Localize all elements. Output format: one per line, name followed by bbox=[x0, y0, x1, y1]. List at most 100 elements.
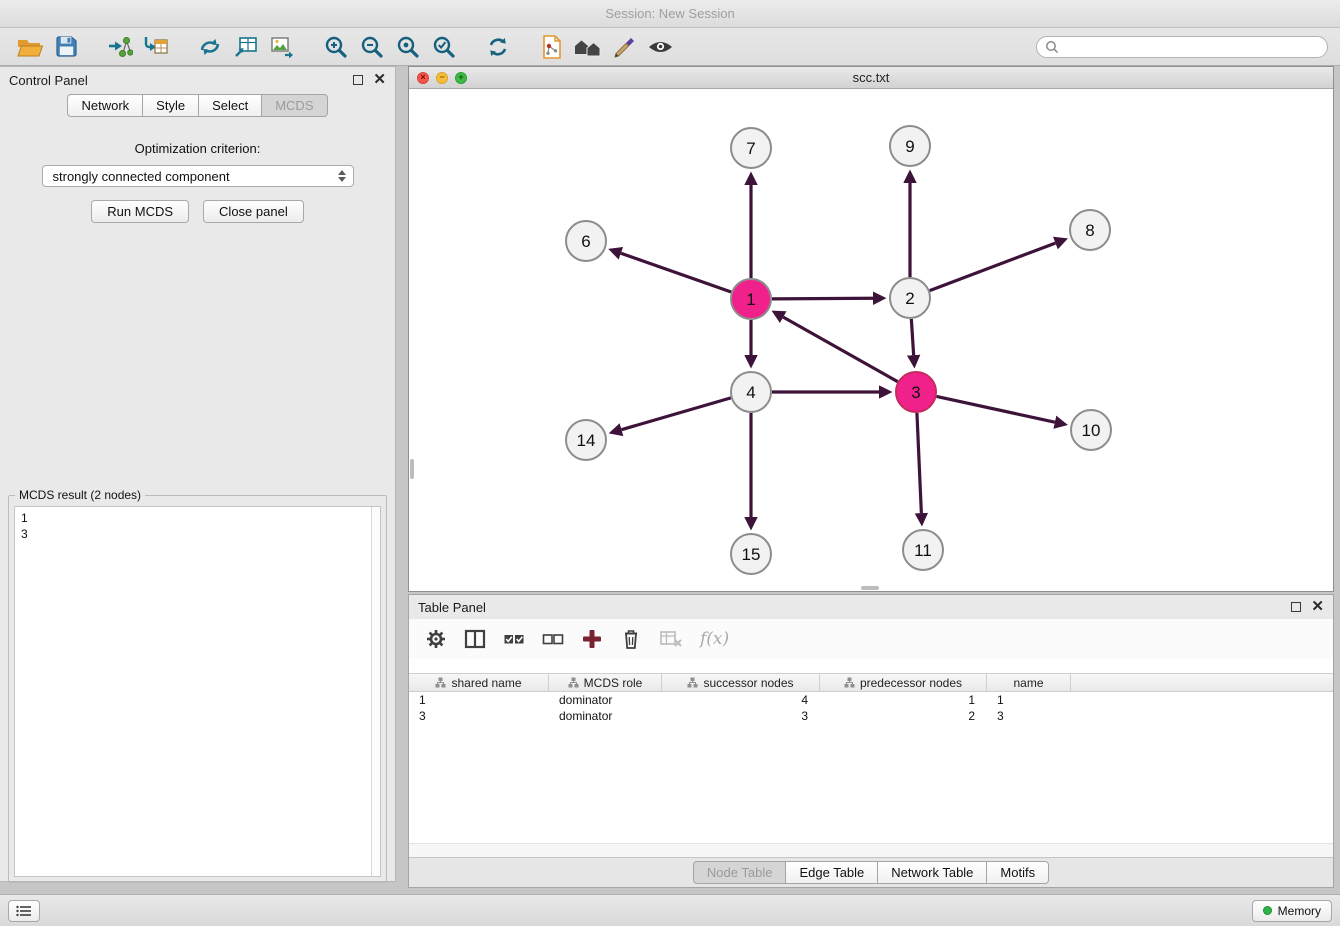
tab-network-table[interactable]: Network Table bbox=[878, 861, 987, 884]
zoom-window-icon[interactable]: + bbox=[455, 72, 467, 84]
graph-edge-1-6[interactable] bbox=[621, 253, 731, 292]
network-vscrollbar-thumb[interactable] bbox=[410, 459, 414, 479]
cell-name: 3 bbox=[987, 709, 1071, 723]
graph-node-6[interactable]: 6 bbox=[566, 221, 606, 261]
home-button[interactable] bbox=[570, 31, 606, 63]
delete-table-icon[interactable] bbox=[659, 628, 683, 650]
fit-content-icon bbox=[395, 34, 421, 60]
column-header-mcds-role[interactable]: MCDS role bbox=[549, 674, 662, 691]
export-image-button[interactable] bbox=[264, 31, 300, 63]
column-header-successor-nodes[interactable]: successor nodes bbox=[662, 674, 820, 691]
svg-text:8: 8 bbox=[1085, 221, 1094, 240]
close-panel-icon[interactable]: ✕ bbox=[373, 75, 386, 85]
graph-node-2[interactable]: 2 bbox=[890, 278, 930, 318]
svg-text:15: 15 bbox=[742, 545, 761, 564]
show-graphics-details-button[interactable] bbox=[642, 31, 678, 63]
window-titlebar[interactable]: Session: New Session bbox=[0, 0, 1340, 28]
new-network-button[interactable] bbox=[192, 31, 228, 63]
mcds-result-line: 3 bbox=[21, 526, 374, 542]
float-table-panel-icon[interactable] bbox=[1291, 602, 1301, 612]
column-header-predecessor-nodes[interactable]: predecessor nodes bbox=[820, 674, 987, 691]
minimize-window-icon[interactable]: − bbox=[436, 72, 448, 84]
tab-motifs[interactable]: Motifs bbox=[987, 861, 1049, 884]
tab-mcds[interactable]: MCDS bbox=[262, 94, 327, 117]
graph-edge-1-2[interactable] bbox=[772, 298, 873, 299]
network-hscrollbar-thumb[interactable] bbox=[861, 586, 879, 590]
function-builder-icon[interactable]: f(x) bbox=[700, 629, 729, 649]
memory-button[interactable]: Memory bbox=[1252, 900, 1332, 922]
graph-node-1[interactable]: 1 bbox=[731, 279, 771, 319]
graph-node-4[interactable]: 4 bbox=[731, 372, 771, 412]
graph-edge-2-3[interactable] bbox=[911, 319, 913, 355]
import-table-button[interactable] bbox=[138, 31, 174, 63]
tab-style[interactable]: Style bbox=[143, 94, 199, 117]
cell-mcds-role: dominator bbox=[549, 709, 662, 723]
table-row[interactable]: 3 dominator 3 2 3 bbox=[409, 708, 1333, 724]
column-header-name[interactable]: name bbox=[987, 674, 1071, 691]
search-box[interactable] bbox=[1036, 36, 1328, 58]
new-network-icon bbox=[197, 34, 223, 60]
graph-node-14[interactable]: 14 bbox=[566, 420, 606, 460]
add-column-icon[interactable] bbox=[581, 628, 603, 650]
search-icon bbox=[1045, 40, 1059, 54]
table-row[interactable]: 1 dominator 4 1 1 bbox=[409, 692, 1333, 708]
graph-node-15[interactable]: 15 bbox=[731, 534, 771, 574]
graph-edge-4-14[interactable] bbox=[622, 398, 731, 430]
tab-select[interactable]: Select bbox=[199, 94, 262, 117]
show-columns-icon[interactable] bbox=[464, 628, 486, 650]
zoom-in-button[interactable] bbox=[318, 31, 354, 63]
svg-text:2: 2 bbox=[905, 289, 914, 308]
import-network-button[interactable] bbox=[102, 31, 138, 63]
float-panel-icon[interactable] bbox=[353, 75, 363, 85]
graph-edge-3-11[interactable] bbox=[917, 413, 921, 513]
network-graph-canvas[interactable]: 7 9 6 8 1 2 4 3 14 10 15 11 bbox=[409, 89, 1333, 591]
delete-column-icon[interactable] bbox=[620, 628, 642, 650]
style-brush-icon bbox=[611, 34, 637, 60]
graph-edge-3-1[interactable] bbox=[783, 317, 897, 382]
column-type-icon bbox=[568, 677, 579, 688]
zoom-selected-button[interactable] bbox=[426, 31, 462, 63]
close-panel-button[interactable]: Close panel bbox=[203, 200, 304, 223]
column-type-icon bbox=[435, 677, 446, 688]
table-settings-icon[interactable] bbox=[425, 628, 447, 650]
cell-successor-nodes: 4 bbox=[662, 693, 820, 707]
table-hscrollbar[interactable] bbox=[409, 843, 1333, 857]
mcds-result-box[interactable]: 1 3 bbox=[14, 506, 381, 877]
zoom-out-button[interactable] bbox=[354, 31, 390, 63]
graph-node-7[interactable]: 7 bbox=[731, 128, 771, 168]
graph-node-8[interactable]: 8 bbox=[1070, 210, 1110, 250]
task-history-button[interactable] bbox=[8, 900, 40, 922]
network-from-table-button[interactable] bbox=[228, 31, 264, 63]
dropdown-arrows-icon bbox=[338, 170, 346, 182]
graph-edge-2-8[interactable] bbox=[930, 243, 1056, 291]
save-session-button[interactable] bbox=[48, 31, 84, 63]
deselect-all-rows-icon[interactable] bbox=[542, 629, 564, 649]
close-table-panel-icon[interactable]: ✕ bbox=[1311, 602, 1324, 612]
table-panel-header: Table Panel ✕ bbox=[409, 595, 1333, 619]
column-header-shared-name[interactable]: shared name bbox=[409, 674, 549, 691]
first-neighbors-button[interactable] bbox=[534, 31, 570, 63]
graph-node-11[interactable]: 11 bbox=[903, 530, 943, 570]
result-scrollbar[interactable] bbox=[371, 507, 380, 876]
apply-style-button[interactable] bbox=[606, 31, 642, 63]
mcds-result-title: MCDS result (2 nodes) bbox=[15, 488, 145, 502]
tab-node-table[interactable]: Node Table bbox=[693, 861, 787, 884]
column-label: MCDS role bbox=[584, 676, 643, 690]
refresh-view-button[interactable] bbox=[480, 31, 516, 63]
export-image-icon bbox=[269, 34, 295, 60]
open-file-button[interactable] bbox=[12, 31, 48, 63]
select-all-rows-icon[interactable] bbox=[503, 629, 525, 649]
tab-edge-table[interactable]: Edge Table bbox=[786, 861, 878, 884]
tab-network[interactable]: Network bbox=[67, 94, 143, 117]
network-window-title: scc.txt bbox=[417, 70, 1325, 85]
run-mcds-button[interactable]: Run MCDS bbox=[91, 200, 189, 223]
graph-node-10[interactable]: 10 bbox=[1071, 410, 1111, 450]
search-input[interactable] bbox=[1064, 40, 1319, 54]
fit-content-button[interactable] bbox=[390, 31, 426, 63]
criterion-dropdown[interactable]: strongly connected component bbox=[42, 165, 354, 187]
graph-edge-3-10[interactable] bbox=[937, 396, 1055, 422]
graph-node-3[interactable]: 3 bbox=[896, 372, 936, 412]
close-window-icon[interactable]: × bbox=[417, 72, 429, 84]
network-window-titlebar[interactable]: × − + scc.txt bbox=[409, 67, 1333, 89]
graph-node-9[interactable]: 9 bbox=[890, 126, 930, 166]
